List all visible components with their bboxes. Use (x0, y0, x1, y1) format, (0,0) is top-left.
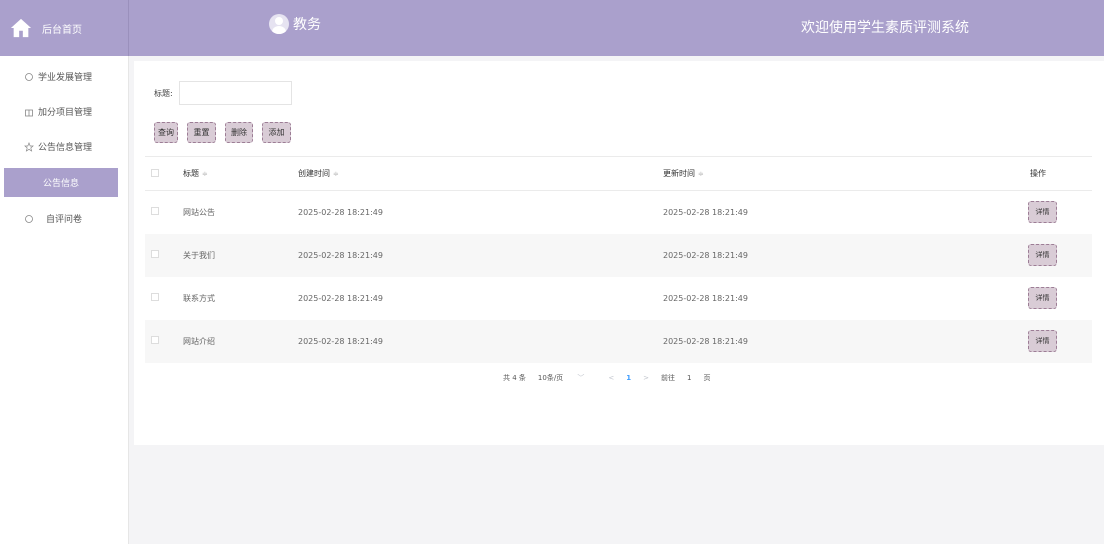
row-title: 关于我们 (183, 233, 298, 277)
sidebar-item-notice-mgmt[interactable]: 公告信息管理 (0, 129, 128, 164)
leaf-icon (25, 214, 33, 223)
welcome-title: 欢迎使用学生素质评测系统 (801, 20, 969, 36)
query-button[interactable]: 查询 (154, 122, 178, 143)
row-created: 2025-02-28 18:21:49 (298, 207, 383, 217)
notice-table: 标题 ≑ 创建时间 ≑ 更新时间 ≑ 操作 网站公告 2025-02-28 18:21… (145, 156, 1092, 363)
sidebar-item-label: 公告信息管理 (38, 143, 93, 153)
table-row: 关于我们 2025-02-28 18:21:49 2025-02-28 18:2… (145, 233, 1092, 277)
column-ops: 操作 (1028, 156, 1092, 191)
column-title[interactable]: 标题 ≑ (183, 156, 298, 191)
row-created: 2025-02-28 18:21:49 (298, 233, 663, 277)
sort-icon[interactable]: ≑ (698, 170, 704, 178)
title-search-input[interactable] (178, 81, 292, 105)
sort-icon[interactable]: ≑ (333, 170, 339, 178)
add-button[interactable]: 添加 (262, 122, 291, 143)
sidebar-item-self-survey[interactable]: 自评问卷 (0, 201, 128, 236)
column-created[interactable]: 创建时间 ≑ (298, 156, 663, 191)
row-updated: 2025-02-28 18:21:49 (663, 233, 1028, 277)
select-all-checkbox[interactable] (151, 168, 159, 177)
row-updated: 2025-02-28 18:21:49 (663, 293, 748, 303)
avatar-icon (269, 14, 289, 34)
row-created: 2025-02-28 18:21:49 (298, 319, 663, 363)
leaf-icon (25, 72, 33, 81)
pagination: 共 4 条 10条/页 ﹀ < 1 > 前往 1 页 (503, 373, 723, 383)
row-title: 网站公告 (183, 207, 215, 217)
role-label: 教务 (293, 17, 321, 33)
sidebar-item-bonus[interactable]: 加分项目管理 (0, 94, 128, 129)
chevron-down-icon: ﹀ (577, 374, 585, 382)
row-checkbox[interactable] (151, 293, 159, 301)
column-updated[interactable]: 更新时间 ≑ (663, 156, 1028, 191)
reset-button[interactable]: 重置 (187, 122, 216, 143)
sidebar-item-label: 加分项目管理 (38, 108, 93, 118)
star-icon (24, 141, 34, 152)
detail-button[interactable]: 详情 (1028, 201, 1057, 224)
sidebar-item-label: 学业发展管理 (38, 73, 93, 83)
home-label: 后台首页 (42, 24, 82, 36)
page-number-current[interactable]: 1 (626, 374, 631, 382)
table-row: 联系方式 2025-02-28 18:21:49 2025-02-28 18:2… (145, 277, 1092, 320)
action-buttons: 查询 重置 删除 添加 (154, 122, 300, 143)
row-updated: 2025-02-28 18:21:49 (663, 207, 748, 217)
row-title: 联系方式 (183, 293, 215, 303)
detail-button[interactable]: 详情 (1028, 287, 1057, 309)
row-updated: 2025-02-28 18:21:49 (663, 319, 1028, 363)
sort-icon[interactable]: ≑ (202, 170, 208, 178)
sidebar-item-label: 公告信息 (42, 179, 79, 189)
sidebar-item-notice[interactable]: 公告信息 (4, 168, 118, 197)
main-panel: 标题: 查询 重置 删除 添加 标题 ≑ 创建时间 ≑ 更新时间 ≑ 操作 网站公告 … (134, 61, 1104, 445)
gift-icon (25, 109, 33, 116)
search-form: 标题: (154, 81, 292, 105)
page-size-select[interactable]: 10条/页 ﹀ (538, 373, 597, 383)
next-page-icon[interactable]: > (643, 374, 649, 382)
sidebar: 学业发展管理 加分项目管理 公告信息管理 公告信息 自评问卷 (0, 56, 129, 544)
table-header-row: 标题 ≑ 创建时间 ≑ 更新时间 ≑ 操作 (145, 156, 1092, 191)
sidebar-item-label: 自评问卷 (46, 215, 83, 225)
detail-button[interactable]: 详情 (1028, 330, 1057, 352)
table-row: 网站介绍 2025-02-28 18:21:49 2025-02-28 18:2… (145, 319, 1092, 363)
prev-page-icon[interactable]: < (608, 374, 614, 382)
goto-label: 前往 (661, 374, 676, 382)
page-unit-label: 页 (703, 374, 711, 382)
row-created: 2025-02-28 18:21:49 (298, 293, 383, 303)
row-checkbox[interactable] (151, 250, 159, 258)
goto-page-input[interactable]: 1 (687, 374, 691, 382)
total-count: 共 4 条 (503, 374, 526, 382)
delete-button[interactable]: 删除 (225, 122, 253, 143)
home-link[interactable]: 后台首页 (0, 0, 129, 56)
home-icon (10, 18, 32, 38)
top-header: 教务 欢迎使用学生素质评测系统 (129, 0, 1104, 56)
title-label: 标题: (154, 88, 173, 98)
row-checkbox[interactable] (151, 207, 159, 216)
table-row: 网站公告 2025-02-28 18:21:49 2025-02-28 18:2… (145, 191, 1092, 234)
detail-button[interactable]: 详情 (1028, 244, 1057, 266)
row-checkbox[interactable] (151, 336, 159, 344)
user-role[interactable]: 教务 (269, 14, 321, 34)
sidebar-item-academic[interactable]: 学业发展管理 (0, 59, 128, 94)
row-title: 网站介绍 (183, 319, 298, 363)
